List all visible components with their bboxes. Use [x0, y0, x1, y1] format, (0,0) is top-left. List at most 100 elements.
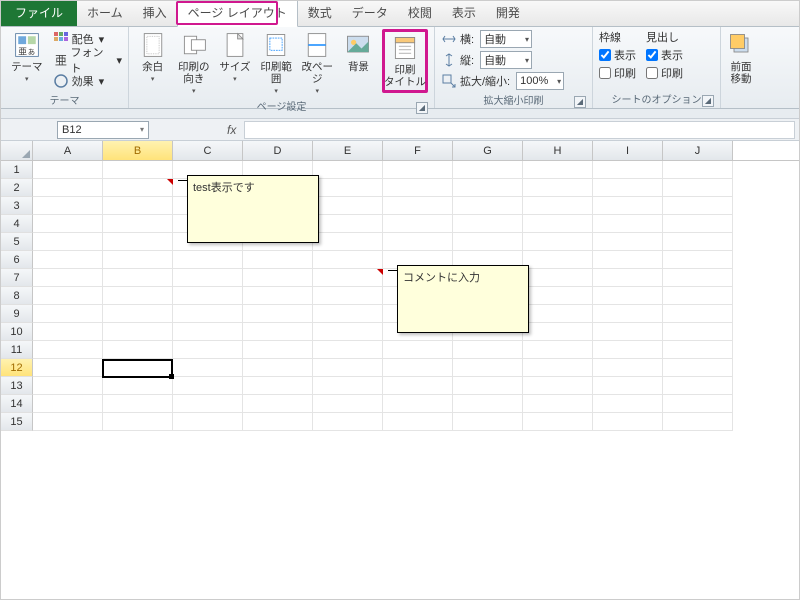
cell[interactable] — [243, 305, 313, 323]
headings-view-checkbox[interactable]: 表示 — [646, 47, 683, 63]
sheet-options-dialog-launcher[interactable]: ◢ — [702, 95, 714, 107]
cell[interactable] — [383, 233, 453, 251]
cell[interactable] — [33, 377, 103, 395]
row-header-15[interactable]: 15 — [1, 413, 33, 431]
cell[interactable] — [663, 251, 733, 269]
cell[interactable] — [663, 395, 733, 413]
formula-input[interactable] — [244, 121, 795, 139]
cell[interactable] — [103, 287, 173, 305]
cell[interactable] — [173, 413, 243, 431]
cell[interactable] — [453, 395, 523, 413]
cell[interactable] — [523, 251, 593, 269]
background-button[interactable]: 背景 — [341, 29, 376, 75]
cell[interactable] — [383, 179, 453, 197]
cell[interactable] — [243, 413, 313, 431]
cell[interactable] — [663, 197, 733, 215]
cell[interactable] — [103, 413, 173, 431]
tab-file[interactable]: ファイル — [1, 0, 77, 26]
cell[interactable] — [33, 161, 103, 179]
cell[interactable] — [593, 287, 663, 305]
cell[interactable] — [103, 395, 173, 413]
cell[interactable] — [313, 197, 383, 215]
row-header-10[interactable]: 10 — [1, 323, 33, 341]
cell[interactable] — [33, 269, 103, 287]
row-header-7[interactable]: 7 — [1, 269, 33, 287]
cell[interactable] — [173, 377, 243, 395]
cell[interactable] — [663, 233, 733, 251]
cell[interactable] — [593, 197, 663, 215]
bring-forward-button[interactable]: 前面 移動 — [727, 29, 755, 87]
cell[interactable] — [523, 197, 593, 215]
cell[interactable] — [313, 395, 383, 413]
cell[interactable] — [103, 161, 173, 179]
print-titles-button[interactable]: 印刷 タイトル — [385, 32, 425, 90]
row-header-3[interactable]: 3 — [1, 197, 33, 215]
cell[interactable] — [33, 215, 103, 233]
select-all-corner[interactable] — [1, 141, 33, 160]
tab-page-layout[interactable]: ページ レイアウト — [177, 0, 298, 27]
cell[interactable] — [103, 323, 173, 341]
cell[interactable] — [593, 251, 663, 269]
cell[interactable] — [663, 161, 733, 179]
row-header-5[interactable]: 5 — [1, 233, 33, 251]
cell[interactable] — [523, 233, 593, 251]
col-header-D[interactable]: D — [243, 141, 313, 160]
cell[interactable] — [593, 413, 663, 431]
cell[interactable] — [593, 215, 663, 233]
orientation-button[interactable]: 印刷の 向き▾ — [176, 29, 211, 97]
comment-indicator[interactable] — [167, 179, 173, 185]
cell[interactable] — [453, 179, 523, 197]
cell[interactable] — [313, 161, 383, 179]
cell[interactable] — [663, 413, 733, 431]
col-header-J[interactable]: J — [663, 141, 733, 160]
cell[interactable] — [103, 197, 173, 215]
cell[interactable] — [523, 305, 593, 323]
cell[interactable] — [663, 179, 733, 197]
name-box-dropdown-icon[interactable]: ▾ — [140, 125, 144, 134]
col-header-C[interactable]: C — [173, 141, 243, 160]
cell[interactable] — [103, 233, 173, 251]
cell[interactable] — [173, 395, 243, 413]
cell[interactable] — [243, 287, 313, 305]
cell[interactable] — [313, 359, 383, 377]
cell[interactable] — [103, 251, 173, 269]
spreadsheet-grid[interactable]: A B C D E F G H I J 12345678910111213141… — [1, 141, 799, 431]
tab-developer[interactable]: 開発 — [486, 0, 530, 26]
cell[interactable] — [33, 323, 103, 341]
tab-formulas[interactable]: 数式 — [298, 0, 342, 26]
row-header-14[interactable]: 14 — [1, 395, 33, 413]
cell[interactable] — [173, 323, 243, 341]
cell[interactable] — [523, 269, 593, 287]
fx-icon[interactable]: fx — [227, 123, 236, 137]
cell[interactable] — [663, 305, 733, 323]
cell[interactable] — [33, 359, 103, 377]
cell[interactable] — [173, 287, 243, 305]
cell[interactable] — [663, 377, 733, 395]
row-header-13[interactable]: 13 — [1, 377, 33, 395]
cell[interactable] — [453, 359, 523, 377]
cell[interactable] — [523, 161, 593, 179]
cell[interactable] — [523, 413, 593, 431]
col-header-E[interactable]: E — [313, 141, 383, 160]
cell[interactable] — [663, 323, 733, 341]
themes-button[interactable]: 亜ぁ テーマ ▾ — [7, 29, 47, 85]
cell[interactable] — [173, 251, 243, 269]
row-header-2[interactable]: 2 — [1, 179, 33, 197]
row-header-6[interactable]: 6 — [1, 251, 33, 269]
cell[interactable] — [33, 341, 103, 359]
cell[interactable] — [453, 233, 523, 251]
cell[interactable] — [523, 341, 593, 359]
cell[interactable] — [453, 341, 523, 359]
cell[interactable] — [663, 287, 733, 305]
cell[interactable] — [103, 179, 173, 197]
size-button[interactable]: サイズ▾ — [217, 29, 252, 85]
cell[interactable] — [663, 269, 733, 287]
cell[interactable] — [103, 377, 173, 395]
cell[interactable] — [593, 305, 663, 323]
cell[interactable] — [313, 233, 383, 251]
row-header-8[interactable]: 8 — [1, 287, 33, 305]
scale-percent-input[interactable]: 100% — [516, 72, 564, 90]
cell[interactable] — [243, 341, 313, 359]
cell[interactable] — [313, 269, 383, 287]
cell[interactable] — [313, 323, 383, 341]
